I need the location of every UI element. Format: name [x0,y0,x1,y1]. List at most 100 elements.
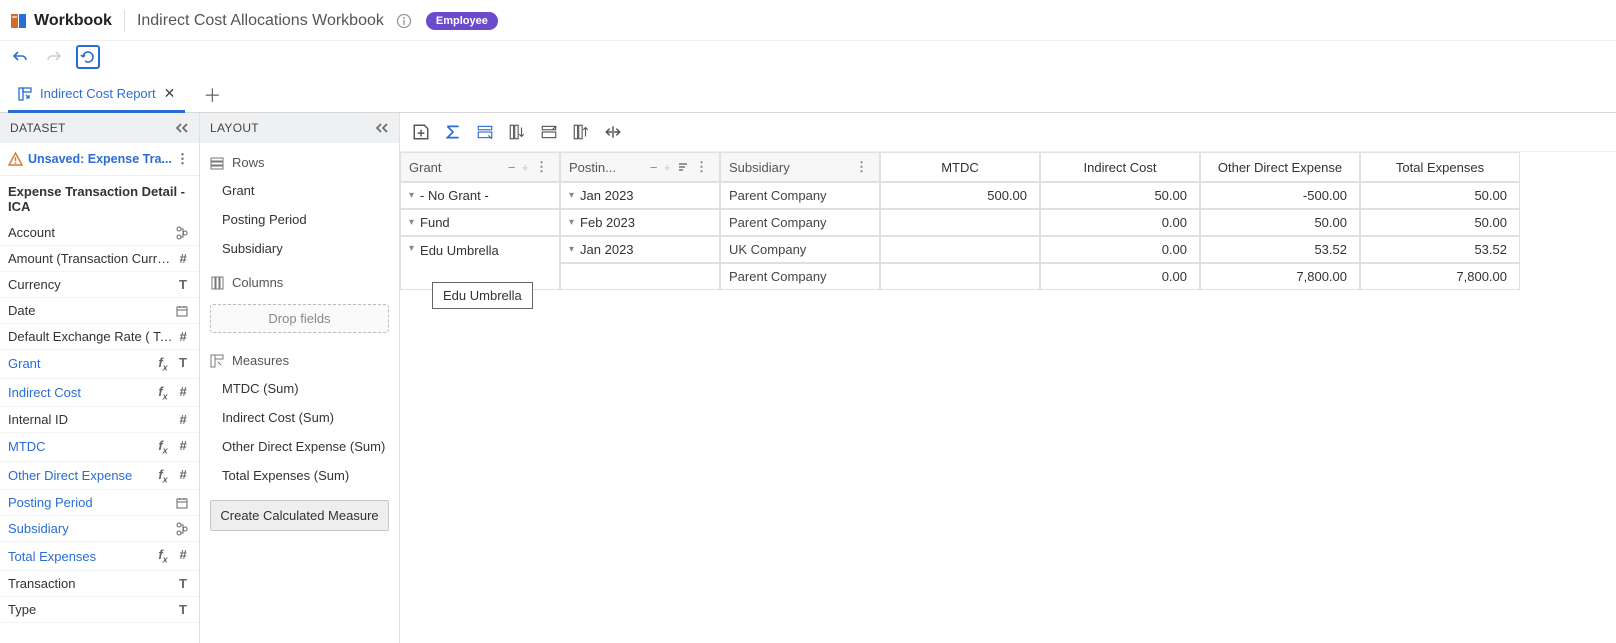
add-field-button[interactable] [412,123,430,141]
add-tab-button[interactable]: ＋ [203,82,221,108]
dataset-field[interactable]: Other Direct Expensefx# [0,462,199,491]
sigma-button[interactable] [444,123,462,141]
dim-header-grant[interactable]: Grant − + ⋮ [400,152,560,182]
num-icon: # [175,467,191,485]
fit-width-button[interactable] [604,123,622,141]
remove-button[interactable]: − [647,160,661,175]
dataset-field[interactable]: GrantfxT [0,350,199,379]
dim-menu-button[interactable]: ⋮ [532,159,551,175]
grant-cell[interactable]: ▾- No Grant - [400,182,560,209]
fx-icon: fx [155,355,171,373]
field-name: MTDC [8,439,155,454]
collapse-dataset-button[interactable] [175,122,189,134]
chevron-down-icon[interactable]: ▾ [569,244,574,255]
num-icon: # [175,547,191,565]
subsidiary-cell[interactable]: Parent Company [720,182,880,209]
dataset-field[interactable]: Total Expensesfx# [0,542,199,571]
layout-row-item[interactable]: Subsidiary [200,234,399,263]
value-cell: 50.00 [1200,209,1360,236]
layout-row-item[interactable]: Grant [200,176,399,205]
field-type-icons: fx# [155,438,191,456]
field-name: Date [8,303,175,318]
num-icon: # [175,251,191,266]
columns-icon [210,276,224,290]
dataset-field[interactable]: TypeT [0,597,199,623]
dim-menu-button[interactable]: ⋮ [852,159,871,175]
redo-button[interactable] [42,45,66,69]
dataset-field[interactable]: Subsidiary [0,516,199,542]
layout-measure-item[interactable]: MTDC (Sum) [200,374,399,403]
dataset-field[interactable]: Date [0,298,199,324]
dataset-field[interactable]: CurrencyT [0,272,199,298]
field-name: Other Direct Expense [8,468,155,483]
field-name: Internal ID [8,412,175,427]
dim-header-label: Grant [409,160,505,175]
cell-value: Edu Umbrella [420,243,499,258]
chevron-down-icon[interactable]: ▾ [569,217,574,228]
filter-button[interactable] [540,123,558,141]
dataset-field[interactable]: Internal ID# [0,407,199,433]
value-cell: 500.00 [880,182,1040,209]
dataset-field[interactable]: Indirect Costfx# [0,379,199,408]
remove-button[interactable]: − [505,160,519,175]
value-cell [880,236,1040,263]
period-cell[interactable]: ▾Jan 2023 [560,182,720,209]
dim-menu-button[interactable]: ⋮ [692,159,711,175]
layout-measure-item[interactable]: Total Expenses (Sum) [200,461,399,490]
layout-measure-item[interactable]: Indirect Cost (Sum) [200,403,399,432]
hier-icon [175,226,191,240]
add-button[interactable]: + [518,160,532,175]
chevron-down-icon[interactable]: ▾ [409,217,414,228]
measure-header-mtdc[interactable]: MTDC [880,152,1040,182]
layout-row-item[interactable]: Posting Period [200,205,399,234]
field-type-icons: T [175,277,191,292]
measure-header-indirect-cost[interactable]: Indirect Cost [1040,152,1200,182]
field-name: Amount (Transaction Curre... [8,251,175,266]
dataset-field[interactable]: MTDCfx# [0,433,199,462]
chevron-down-icon[interactable]: ▾ [409,243,414,254]
create-calculated-measure-button[interactable]: Create Calculated Measure [210,500,389,531]
subsidiary-cell[interactable]: Parent Company [720,209,880,236]
info-icon[interactable] [396,13,412,29]
tabs-bar: Indirect Cost Report ✕ ＋ [0,77,1616,113]
field-name: Subsidiary [8,521,175,536]
chevron-down-icon[interactable]: ▾ [569,190,574,201]
sort-button[interactable] [508,123,526,141]
dataset-panel-header: DATASET [0,113,199,143]
column-settings-button[interactable] [572,123,590,141]
refresh-button[interactable] [76,45,100,69]
period-cell[interactable]: ▾Feb 2023 [560,209,720,236]
workbook-title: Indirect Cost Allocations Workbook [137,12,384,30]
subsidiary-cell[interactable]: UK Company [720,236,880,263]
dataset-selector[interactable]: Unsaved: Expense Tra... ⋮ [0,143,199,176]
field-type-icons [175,226,191,240]
dim-header-subsidiary[interactable]: Subsidiary ⋮ [720,152,880,182]
dataset-fields-list: AccountAmount (Transaction Curre...#Curr… [0,220,199,623]
value-cell: 7,800.00 [1200,263,1360,290]
dim-header-label: Subsidiary [729,160,852,175]
dataset-field[interactable]: TransactionT [0,571,199,597]
dataset-field[interactable]: Posting Period [0,490,199,516]
close-tab-button[interactable]: ✕ [164,85,176,102]
columns-drop-zone[interactable]: Drop fields [210,304,389,333]
value-cell [880,263,1040,290]
dataset-menu-button[interactable]: ⋮ [174,151,191,167]
tab-indirect-cost-report[interactable]: Indirect Cost Report ✕ [8,77,185,112]
dataset-field[interactable]: Account [0,220,199,246]
layout-measure-item[interactable]: Other Direct Expense (Sum) [200,432,399,461]
format-button[interactable] [476,123,494,141]
collapse-layout-button[interactable] [375,122,389,134]
undo-button[interactable] [8,45,32,69]
chevron-down-icon[interactable]: ▾ [409,190,414,201]
sort-icon[interactable] [674,161,692,173]
measure-header-total-expenses[interactable]: Total Expenses [1360,152,1520,182]
dataset-field[interactable]: Default Exchange Rate ( To...# [0,324,199,350]
subsidiary-cell[interactable]: Parent Company [720,263,880,290]
add-button[interactable]: + [660,160,674,175]
grant-cell[interactable]: ▾Fund [400,209,560,236]
layout-panel-title: LAYOUT [210,121,259,135]
measure-header-other-direct-expense[interactable]: Other Direct Expense [1200,152,1360,182]
period-cell[interactable]: ▾Jan 2023 [560,236,720,263]
dataset-field[interactable]: Amount (Transaction Curre...# [0,246,199,272]
dim-header-posting-period[interactable]: Postin... − + ⋮ [560,152,720,182]
